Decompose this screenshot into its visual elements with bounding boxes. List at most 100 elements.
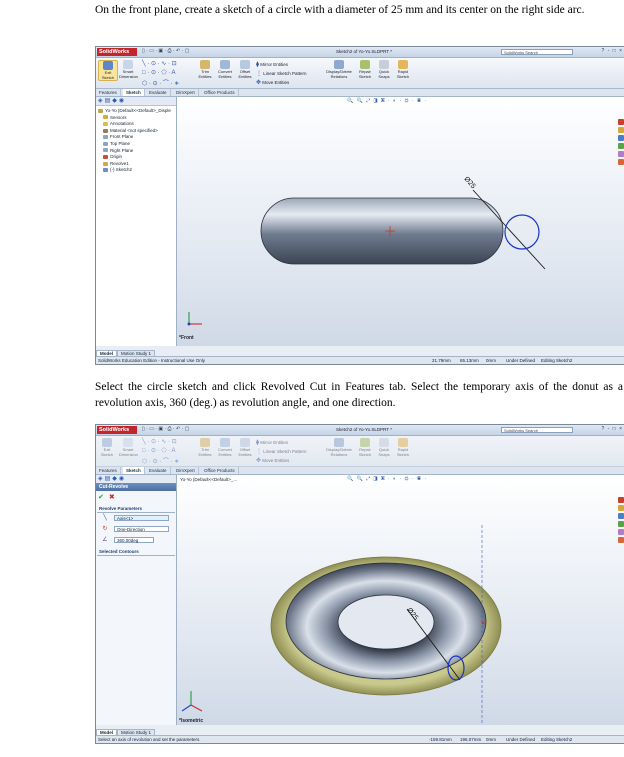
- status-editing: Editing Sketch2: [541, 737, 573, 742]
- window-controls[interactable]: ? - □ ×: [601, 426, 623, 432]
- status-y: 196.07mm: [460, 737, 482, 742]
- convert-button[interactable]: Convert Entities: [216, 60, 234, 79]
- mirror-button[interactable]: ⧫ Mirror Entities: [256, 61, 288, 68]
- task-pane-tabs[interactable]: [618, 497, 624, 545]
- move-button[interactable]: ✥ Move Entities: [256, 79, 289, 86]
- sketch-tools-row-1[interactable]: ╲ · ⊙ · ∿ · ⊡: [142, 438, 177, 445]
- feature-tree: Yo-Yo (Default<<Default>_Disple Sensors …: [96, 106, 176, 176]
- exit-sketch-button[interactable]: Exit Sketch: [98, 438, 116, 457]
- repair-sketch-button[interactable]: Repair Sketch: [356, 60, 374, 79]
- solidworks-window-cut-revolve: SolidWorks ▯ · ▭ · ▣ · ⎙ · ↶ · ▢ Sketch2…: [95, 424, 624, 744]
- tree-item-material[interactable]: Material <not specified>: [98, 128, 174, 135]
- rapid-sketch-button[interactable]: Rapid Sketch: [394, 60, 412, 79]
- graphics-area[interactable]: 🔍 🔍 ⤢ ◨ ▣ · ◐ · ⛭ · ◉ · Ø25 *Front: [177, 97, 624, 346]
- window-controls[interactable]: ? - □ ×: [601, 48, 623, 54]
- app-logo: SolidWorks: [97, 426, 137, 434]
- status-bar: Select an axis of revolution and set the…: [96, 735, 624, 743]
- offset-icon: [240, 438, 250, 447]
- status-state: Under Defined: [506, 737, 536, 742]
- property-manager-panel: ◈▤◆◉ Cut-Revolve ✔ ✖ Revolve Parameters …: [96, 475, 177, 725]
- convert-button[interactable]: Convert Entities: [216, 438, 234, 457]
- tree-item-annotations[interactable]: Annotations: [98, 121, 174, 128]
- sketch-tools-row-3[interactable]: ⬡ · ⊙ · ⌒ · ∗: [142, 456, 179, 465]
- direction-select[interactable]: One-Direction: [114, 526, 169, 532]
- tree-item-origin[interactable]: Origin: [98, 154, 174, 161]
- angle-input[interactable]: 360.00deg: [114, 537, 154, 543]
- command-manager: Exit Sketch Smart Dimension ╲ · ⊙ · ∿ · …: [96, 436, 624, 467]
- cancel-button[interactable]: ✖: [109, 494, 115, 501]
- snaps-icon: [379, 60, 389, 69]
- window-title: Sketch2 of Yo-Yo.SLDPRT *: [336, 427, 392, 432]
- trim-button[interactable]: Trim Entities: [196, 438, 214, 457]
- title-bar: SolidWorks ▯ · ▭ · ▣ · ⎙ · ↶ · ▢ Sketch2…: [96, 47, 624, 58]
- exit-sketch-button[interactable]: Exit Sketch: [98, 60, 118, 81]
- graphics-area[interactable]: Yo-Yo (Default<<Default>_... 🔍 🔍 ⤢ ◨ ▣ ·…: [177, 475, 624, 725]
- instruction-step-2: Select the circle sketch and click Revol…: [95, 381, 623, 409]
- ok-button[interactable]: ✔: [98, 494, 104, 501]
- quick-access-toolbar[interactable]: ▯ · ▭ · ▣ · ⎙ · ↶ · ▢: [142, 426, 189, 432]
- linear-pattern-button[interactable]: ⋮ Linear Sketch Pattern: [256, 70, 307, 77]
- task-pane-tabs[interactable]: [618, 119, 624, 167]
- display-delete-relations-button[interactable]: Display/Delete Relations: [324, 60, 354, 79]
- repair-sketch-button[interactable]: Repair Sketch: [356, 438, 374, 457]
- feature-manager-panel: ◈▤◆◉ Yo-Yo (Default<<Default>_Disple Sen…: [96, 97, 177, 346]
- tree-item-revolve1[interactable]: Revolve1: [98, 161, 174, 168]
- display-delete-relations-button[interactable]: Display/Delete Relations: [324, 438, 354, 457]
- tab-features[interactable]: Features: [96, 89, 121, 96]
- tree-item-top-plane[interactable]: Top Plane: [98, 141, 174, 148]
- donut-section-body: [260, 197, 504, 265]
- diameter-dimension[interactable]: Ø25: [463, 176, 477, 191]
- quick-access-toolbar[interactable]: ▯ · ▭ · ▣ · ⎙ · ↶ · ▢: [142, 48, 189, 54]
- selected-contours-section[interactable]: Selected Contours: [97, 549, 175, 556]
- mirror-button[interactable]: ⧫ Mirror Entities: [256, 439, 288, 446]
- smart-dimension-button[interactable]: Smart Dimension: [119, 438, 138, 457]
- pm-buttons: ✔ ✖: [98, 493, 115, 501]
- sketch-tools-row-2[interactable]: □ · ⊙ · ⬠ · A: [142, 447, 176, 454]
- search-input[interactable]: SolidWorks Search: [501, 427, 573, 433]
- angle-icon: ∠: [102, 537, 108, 543]
- tree-item-sketch2[interactable]: (-) Sketch2: [98, 167, 174, 174]
- trim-icon: [200, 438, 210, 447]
- status-bar: SolidWorks Education Edition - Instructi…: [96, 356, 624, 364]
- tab-dimxpert[interactable]: DimXpert: [173, 467, 199, 474]
- tab-office-products[interactable]: Office Products: [201, 467, 239, 474]
- tab-dimxpert[interactable]: DimXpert: [173, 89, 199, 96]
- offset-button[interactable]: Offset Entities: [236, 60, 254, 79]
- sketch-tools-row-3[interactable]: ⬡ · ⊙ · ⌒ · ∗: [142, 78, 179, 87]
- tab-sketch[interactable]: Sketch: [123, 89, 145, 96]
- tab-office-products[interactable]: Office Products: [201, 89, 239, 96]
- tree-item-front-plane[interactable]: Front Plane: [98, 134, 174, 141]
- tab-sketch[interactable]: Sketch: [123, 467, 145, 474]
- command-manager: Exit Sketch Smart Dimension ╲ · ⊙ · ∿ · …: [96, 58, 624, 89]
- tree-item-sensors[interactable]: Sensors: [98, 115, 174, 122]
- axis-icon: ╲: [103, 515, 107, 521]
- status-z: 0mm: [486, 358, 496, 363]
- offset-button[interactable]: Offset Entities: [236, 438, 254, 457]
- tree-item-part[interactable]: Yo-Yo (Default<<Default>_Disple: [98, 108, 174, 115]
- sensors-icon: [103, 115, 108, 120]
- trim-button[interactable]: Trim Entities: [196, 60, 214, 79]
- revolve-parameters-section[interactable]: Revolve Parameters: [97, 506, 175, 513]
- revolve-icon: [103, 161, 108, 166]
- move-button[interactable]: ✥ Move Entities: [256, 457, 289, 464]
- material-icon: [103, 128, 108, 133]
- search-input[interactable]: SolidWorks Search: [501, 49, 573, 55]
- status-editing: Editing Sketch2: [541, 358, 573, 363]
- plane-icon: [103, 135, 108, 140]
- tab-evaluate[interactable]: Evaluate: [146, 467, 171, 474]
- quick-snaps-button[interactable]: Quick Snaps: [375, 60, 393, 79]
- dimension-icon: [123, 438, 133, 447]
- smart-dimension-button[interactable]: Smart Dimension: [119, 60, 138, 79]
- part-icon: [98, 108, 103, 113]
- tab-evaluate[interactable]: Evaluate: [146, 89, 171, 96]
- sketch-tools-row-2[interactable]: □ · ⊙ · ⬠ · A: [142, 69, 176, 76]
- tree-item-right-plane[interactable]: Right Plane: [98, 148, 174, 155]
- panel-tabs[interactable]: ◈▤◆◉: [96, 97, 176, 106]
- tab-features[interactable]: Features: [96, 467, 121, 474]
- axis-selection-field[interactable]: Axis<1>: [114, 515, 169, 521]
- offset-icon: [240, 60, 250, 69]
- rapid-sketch-button[interactable]: Rapid Sketch: [394, 438, 412, 457]
- sketch-tools-row-1[interactable]: ╲ · ⊙ · ∿ · ⊡: [142, 60, 177, 67]
- quick-snaps-button[interactable]: Quick Snaps: [375, 438, 393, 457]
- linear-pattern-button[interactable]: ⋮ Linear Sketch Pattern: [256, 448, 307, 455]
